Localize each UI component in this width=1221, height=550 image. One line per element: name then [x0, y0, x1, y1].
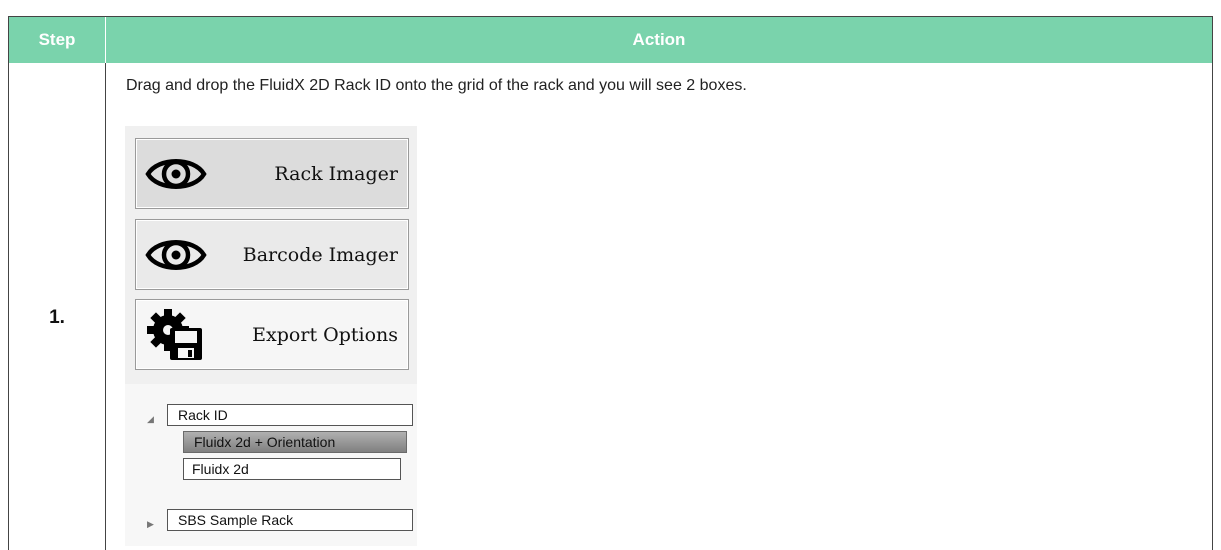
step-number: 1.: [49, 307, 65, 328]
column-divider: [105, 63, 106, 550]
tree-item-rack-id[interactable]: Rack ID: [167, 404, 413, 426]
rack-tree: ◢ Rack ID Fluidx 2d + Orientation Fluidx…: [125, 384, 417, 546]
triangle-down-icon[interactable]: ◢: [147, 414, 154, 424]
barcode-imager-label: Barcode Imager: [242, 243, 398, 266]
step-action-table: Step Action 1. Drag and drop the FluidX …: [8, 16, 1213, 550]
barcode-imager-button[interactable]: Barcode Imager: [135, 219, 409, 290]
rack-imager-label: Rack Imager: [274, 162, 398, 185]
export-options-button[interactable]: Export Options: [135, 299, 409, 370]
export-options-label: Export Options: [252, 323, 398, 346]
tree-item-fluidx-2d-orientation[interactable]: Fluidx 2d + Orientation: [183, 431, 407, 453]
header-action: Action: [632, 30, 686, 49]
eye-icon: [145, 159, 207, 189]
gear-floppy-icon: [147, 309, 202, 360]
tree-item-sbs-sample-rack[interactable]: SBS Sample Rack: [167, 509, 413, 531]
eye-icon: [145, 240, 207, 270]
triangle-right-icon[interactable]: ▶: [147, 519, 154, 529]
step-instruction: Drag and drop the FluidX 2D Rack ID onto…: [126, 77, 747, 94]
rack-imager-button[interactable]: Rack Imager: [135, 138, 409, 209]
table-header-row: Step Action: [9, 17, 1212, 63]
tree-item-fluidx-2d[interactable]: Fluidx 2d: [183, 458, 401, 480]
screenshot-panel: Rack Imager Barcode Imager Export Option…: [125, 126, 417, 546]
header-step: Step: [38, 30, 76, 49]
